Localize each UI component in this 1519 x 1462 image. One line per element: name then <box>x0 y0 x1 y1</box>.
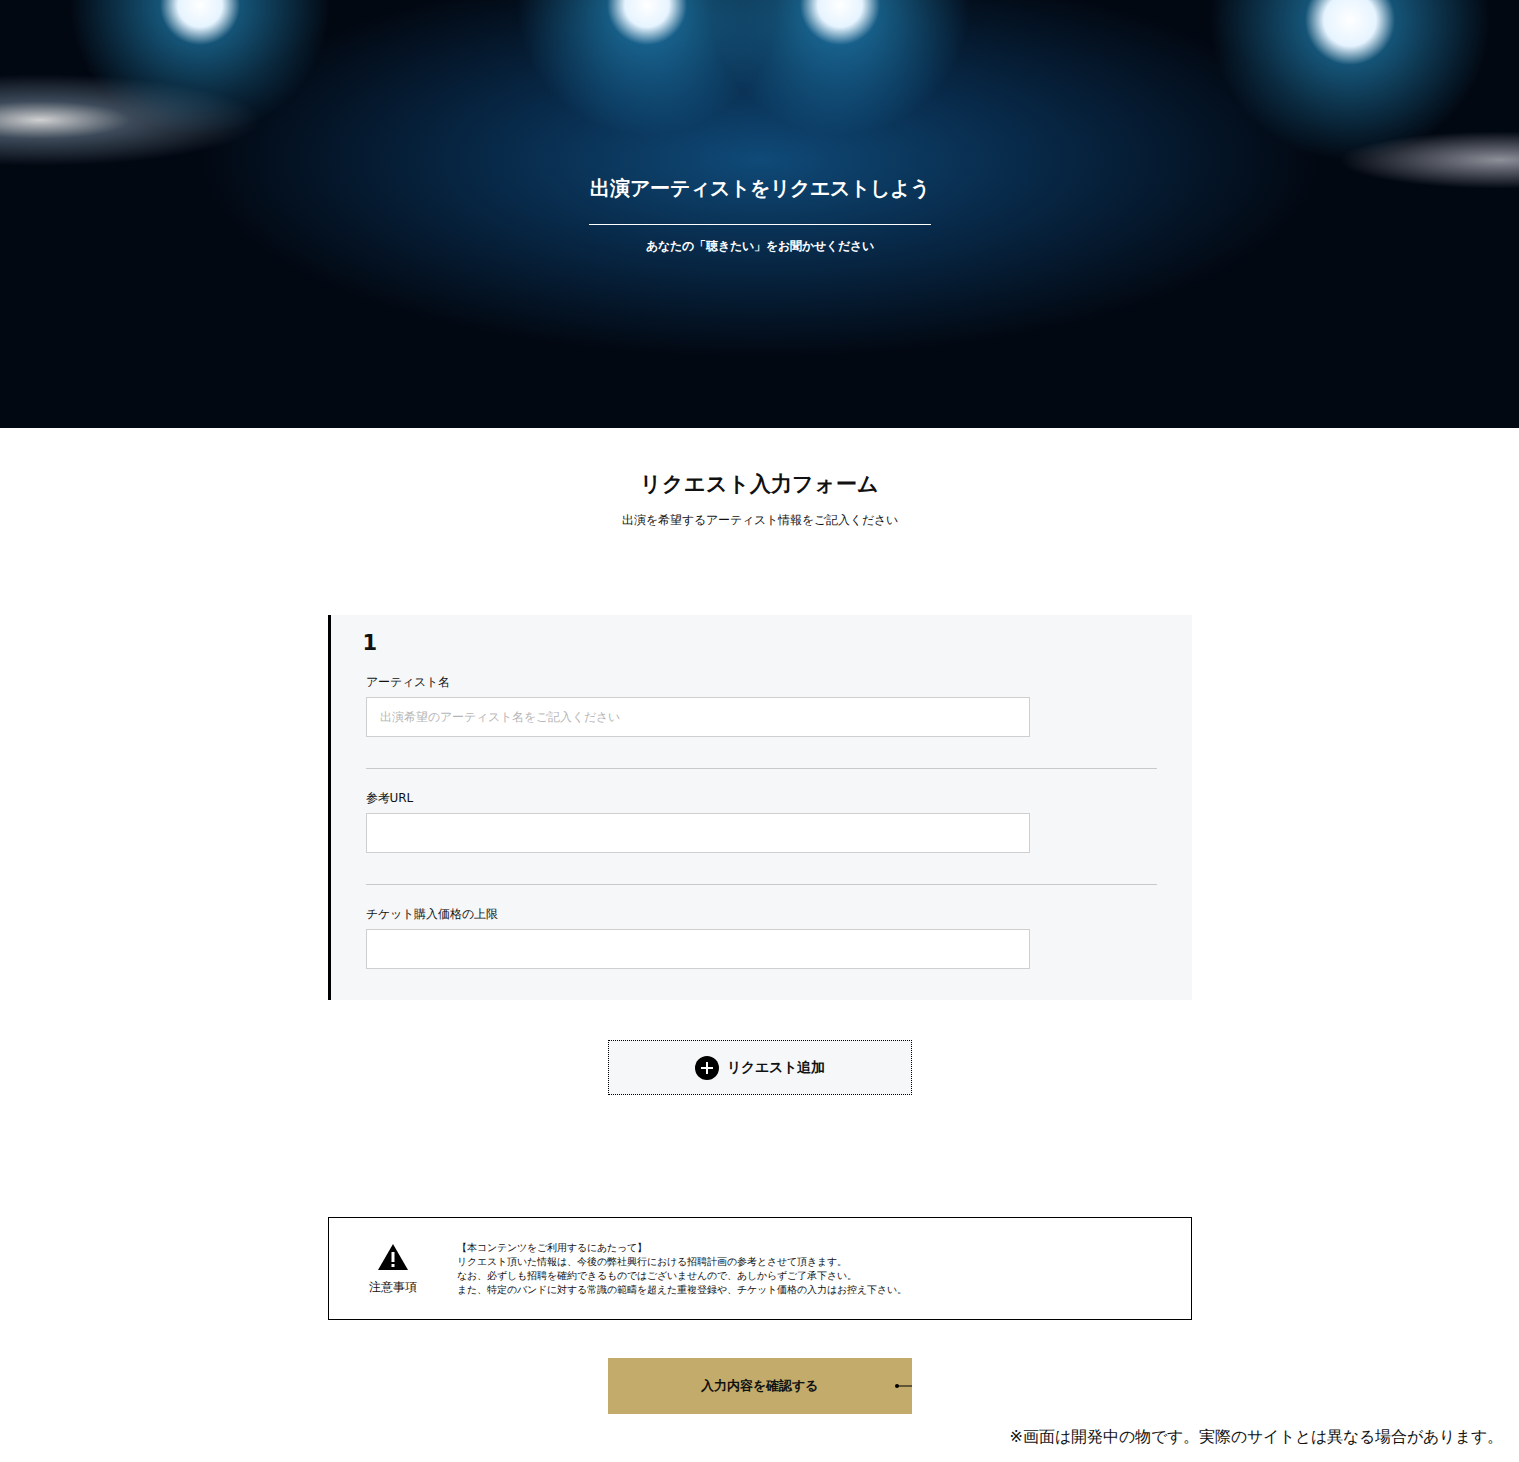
warning-icon <box>377 1243 409 1271</box>
hero: 出演アーティストをリクエストしようあなたの「聴きたい」をお聞かせください <box>0 0 1519 428</box>
field-label: アーティスト名 <box>366 673 1157 691</box>
footnote: ※画面は開発中の物です。実際のサイトとは異なる場合があります。 <box>1010 1426 1503 1448</box>
notice-line: 【本コンテンツをご利用するにあたって】 <box>457 1241 907 1255</box>
notice-line: また、特定のバンドに対する常識の範疇を超えた重複登録や、チケット価格の入力はお控… <box>457 1283 907 1297</box>
form-field: チケット購入価格の上限 <box>366 885 1157 969</box>
add-request-label: リクエスト追加 <box>727 1059 825 1077</box>
arrow-icon <box>894 1383 912 1389</box>
hero-rule <box>589 224 931 225</box>
notice-heading: 注意事項 <box>329 1243 457 1295</box>
notice-text: 【本コンテンツをご利用するにあたって】リクエスト頂いた情報は、今後の弊社興行にお… <box>457 1241 907 1297</box>
hero-subtitle: あなたの「聴きたい」をお聞かせください <box>646 237 874 255</box>
form-field: 参考URL <box>366 769 1157 885</box>
hero-text: 出演アーティストをリクエストしようあなたの「聴きたい」をお聞かせください <box>589 174 931 255</box>
form-title: リクエスト入力フォーム <box>622 470 898 498</box>
notice-label: 注意事項 <box>369 1279 417 1295</box>
form-field: アーティスト名 <box>366 657 1157 769</box>
field-label: チケット購入価格の上限 <box>366 905 1157 923</box>
form-header: リクエスト入力フォーム出演を希望するアーティスト情報をご記入ください <box>622 470 898 528</box>
request-list: 1 アーティスト名参考URL チケット購入価格の上限 <box>328 615 1192 1000</box>
request-card: 1 アーティスト名参考URL チケット購入価格の上限 <box>328 615 1192 1000</box>
hero-title: 出演アーティストをリクエストしよう <box>590 174 930 202</box>
add-request-button[interactable]: リクエスト追加 <box>608 1040 912 1095</box>
text-input[interactable] <box>366 929 1030 969</box>
form-subtitle: 出演を希望するアーティスト情報をご記入ください <box>622 512 898 528</box>
plus-circle-icon <box>695 1056 719 1080</box>
field-label: 参考URL <box>366 789 1157 807</box>
notice-line: なお、必ずしも招聘を確約できるものではございませんので、あしからずご了承下さい。 <box>457 1269 907 1283</box>
confirm-label: 入力内容を確認する <box>701 1377 818 1395</box>
page: 出演アーティストをリクエストしようあなたの「聴きたい」をお聞かせくださいリクエス… <box>0 0 1519 1462</box>
notice-box: 注意事項 【本コンテンツをご利用するにあたって】リクエスト頂いた情報は、今後の弊社… <box>328 1217 1192 1320</box>
text-input[interactable] <box>366 697 1030 737</box>
notice-line: リクエスト頂いた情報は、今後の弊社興行における招聘計画の参考とさせて頂きます。 <box>457 1255 907 1269</box>
confirm-button[interactable]: 入力内容を確認する <box>608 1358 912 1414</box>
request-number: 1 <box>363 629 1157 657</box>
text-input[interactable] <box>366 813 1030 853</box>
